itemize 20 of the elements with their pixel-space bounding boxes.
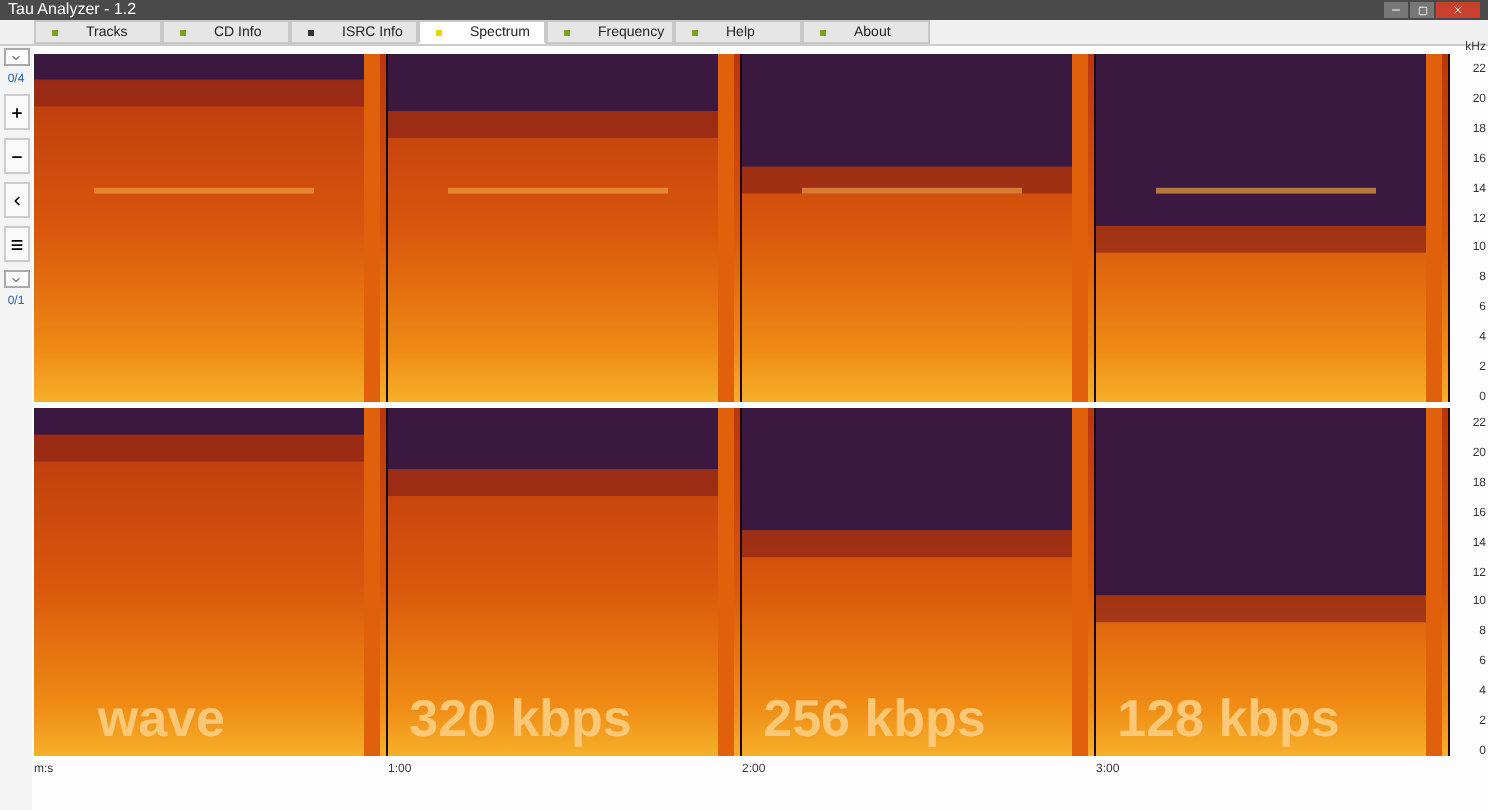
channel-selector[interactable] bbox=[3, 270, 29, 288]
dropdown-icon bbox=[10, 51, 22, 63]
menu-icon bbox=[9, 237, 23, 251]
minimize-button[interactable] bbox=[1384, 2, 1408, 18]
maximize-icon bbox=[1417, 5, 1427, 15]
minimize-icon bbox=[1390, 4, 1402, 16]
chevron-left-icon bbox=[9, 193, 23, 207]
track-selector[interactable] bbox=[3, 48, 29, 66]
window-title: Tau Analyzer - 1.2 bbox=[8, 2, 137, 18]
segment-label: wave bbox=[97, 692, 225, 744]
maximize-button[interactable] bbox=[1410, 2, 1434, 18]
close-button[interactable] bbox=[1436, 2, 1480, 18]
close-icon bbox=[1452, 4, 1464, 16]
zoom-button[interactable] bbox=[3, 226, 29, 262]
plus-icon bbox=[9, 105, 23, 119]
segment-label: 320 kbps bbox=[409, 692, 632, 744]
segment-label: 256 kbps bbox=[763, 692, 986, 744]
dropdown-icon bbox=[10, 273, 22, 285]
zoom-button[interactable] bbox=[3, 94, 29, 130]
segment-label: 128 kbps bbox=[1117, 692, 1340, 744]
